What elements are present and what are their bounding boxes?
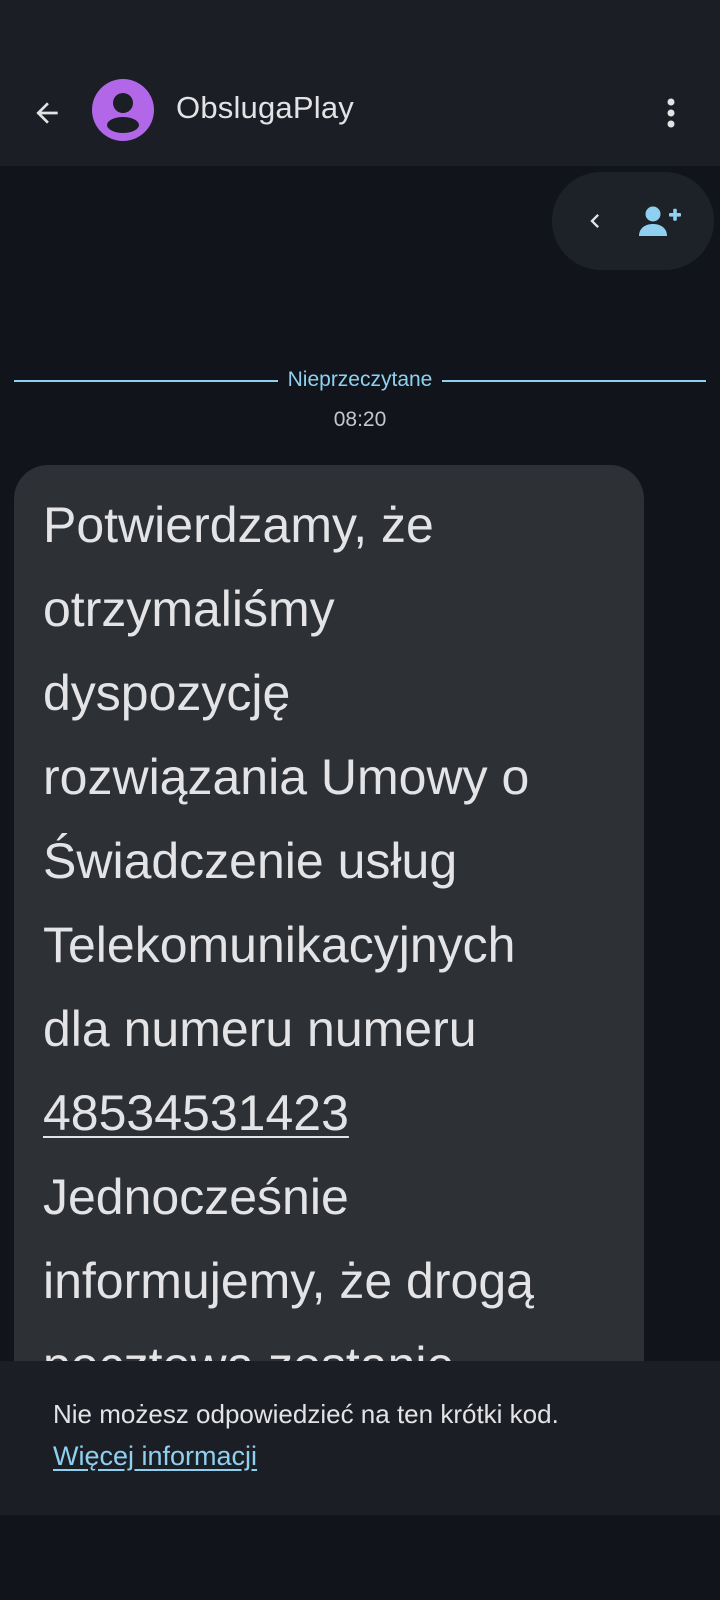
add-contact-button[interactable] bbox=[630, 194, 690, 248]
message-text-part1: Potwierdzamy, że otrzymaliśmy dyspozycję… bbox=[43, 497, 530, 1057]
reply-disabled-notice: Nie możesz odpowiedzieć na ten krótki ko… bbox=[0, 1361, 720, 1515]
message-timestamp: 08:20 bbox=[333, 408, 387, 431]
more-vert-icon bbox=[667, 98, 675, 128]
top-app-bar: ObslugaPlay bbox=[0, 60, 720, 166]
chevron-left-icon bbox=[590, 214, 599, 228]
contact-name: ObslugaPlay bbox=[176, 90, 354, 125]
message-bubble[interactable]: Potwierdzamy, że otrzymaliśmy dyspozycję… bbox=[14, 465, 644, 1465]
status-bar bbox=[0, 0, 720, 60]
message-text: Potwierdzamy, że otrzymaliśmy dyspozycję… bbox=[43, 483, 633, 1407]
more-info-link[interactable]: Więcej informacji bbox=[53, 1441, 257, 1472]
reply-disabled-text: Nie możesz odpowiedzieć na ten krótki ko… bbox=[53, 1399, 559, 1429]
unread-divider-right bbox=[442, 380, 706, 382]
unread-divider-left bbox=[14, 380, 278, 382]
person-add-icon bbox=[639, 206, 681, 236]
contact-actions-pill bbox=[552, 172, 714, 270]
arrow-left-icon bbox=[36, 102, 58, 124]
phone-number-link[interactable]: 48534531423 bbox=[43, 1085, 349, 1141]
navigation-bar bbox=[0, 1515, 720, 1600]
avatar[interactable] bbox=[92, 79, 154, 141]
person-icon bbox=[107, 93, 139, 133]
unread-divider-label: Nieprzeczytane bbox=[287, 368, 433, 391]
collapse-actions-button[interactable] bbox=[570, 196, 620, 246]
more-options-button[interactable] bbox=[650, 88, 692, 138]
message-text-part2: Jednocześnie informujemy, że drogą poczt… bbox=[43, 1169, 534, 1393]
back-button[interactable] bbox=[22, 88, 72, 138]
